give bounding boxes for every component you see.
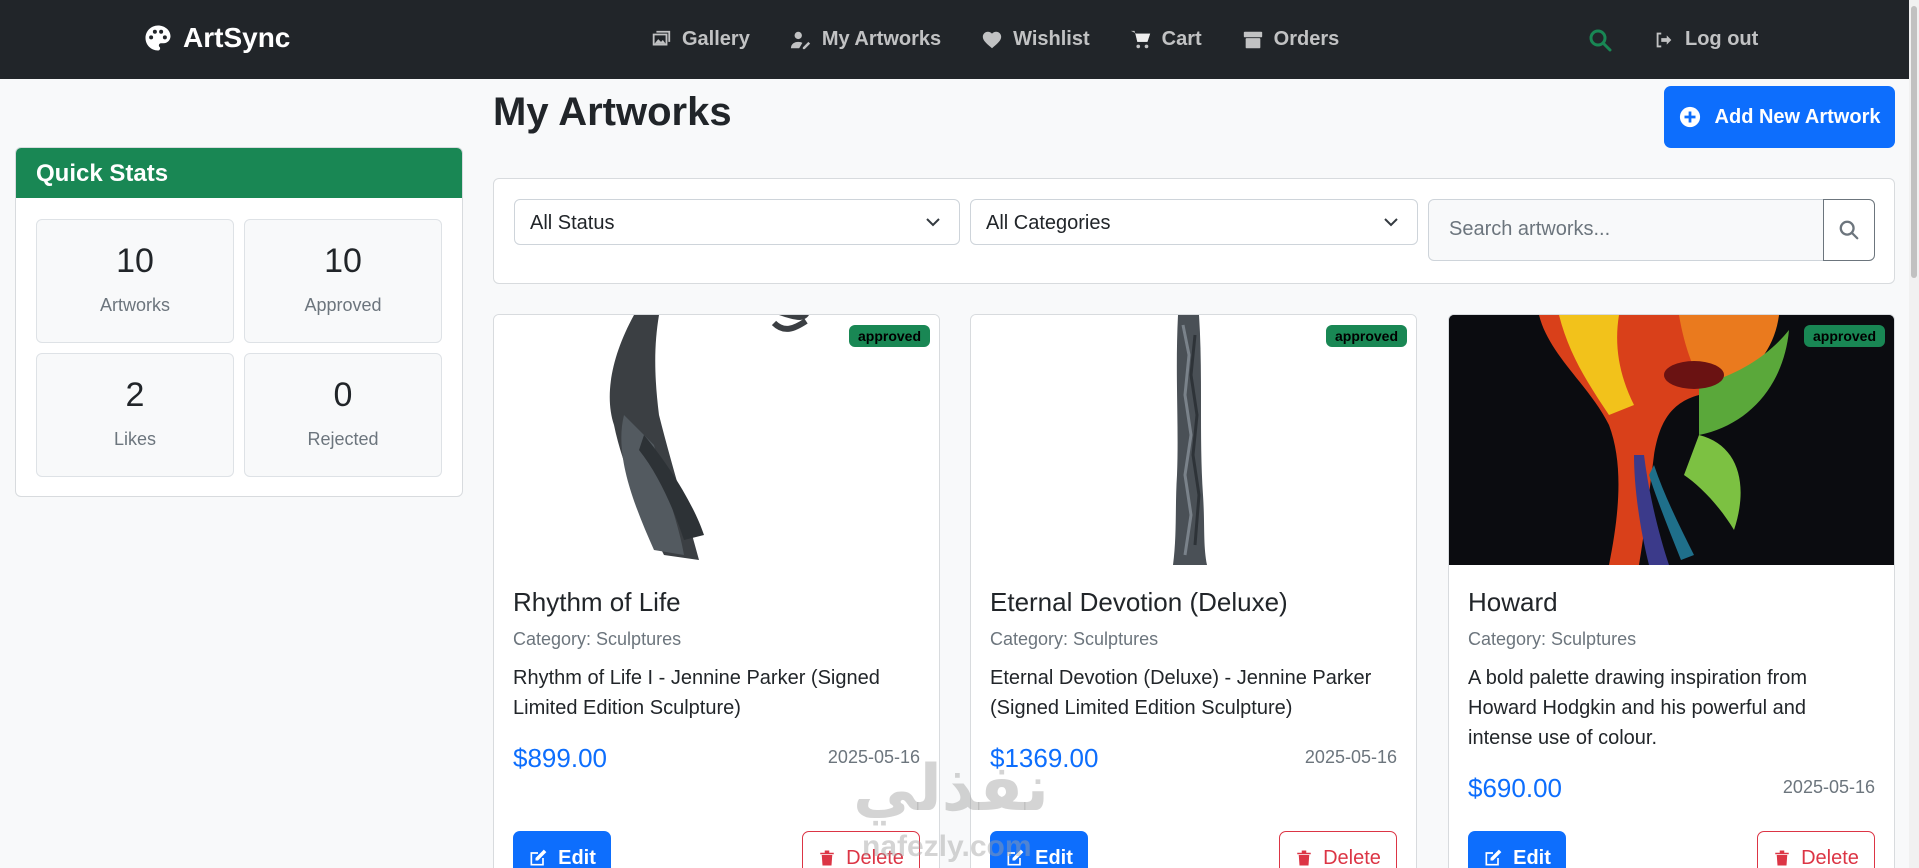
stat-artworks: 10 Artworks <box>36 219 234 343</box>
nav-orders-label: Orders <box>1273 28 1340 50</box>
brand-logo[interactable]: ArtSync <box>143 22 290 54</box>
palette-icon <box>145 25 171 51</box>
stat-value: 2 <box>125 376 145 414</box>
artwork-description: A bold palette drawing inspiration from … <box>1468 667 1808 749</box>
watermark-latin: nafezly.com <box>862 830 1032 863</box>
cart-icon <box>1130 30 1150 48</box>
nav-links: Gallery My Artworks Wishlist Cart Orders <box>650 28 1339 51</box>
stat-value: 10 <box>116 242 154 280</box>
artwork-category: Category: Sculptures <box>513 629 682 649</box>
category-select[interactable]: All Categories <box>970 199 1418 245</box>
search-icon[interactable] <box>1588 28 1612 52</box>
nav-my-artworks-label: My Artworks <box>821 28 942 50</box>
artwork-description: Rhythm of Life I - Jennine Parker (Signe… <box>513 667 880 719</box>
artwork-image[interactable]: approved <box>971 315 1416 565</box>
nav-wishlist[interactable]: Wishlist <box>981 28 1090 51</box>
add-artwork-label: Add New Artwork <box>1714 105 1881 128</box>
chevron-down-icon <box>926 218 940 227</box>
box-icon <box>1243 31 1262 48</box>
artwork-category: Category: Sculptures <box>1468 629 1637 649</box>
nav-gallery[interactable]: Gallery <box>650 28 750 51</box>
stat-label: Artworks <box>99 295 170 315</box>
trash-icon <box>1775 850 1789 866</box>
trash-icon <box>820 850 834 866</box>
edit-label: Edit <box>1035 846 1073 868</box>
artwork-price: $899.00 <box>513 743 607 773</box>
artwork-category: Category: Sculptures <box>990 629 1159 649</box>
artwork-date: 2025-05-16 <box>1782 777 1875 797</box>
quick-stats-card: Quick Stats 10 Artworks 10 Approved 2 Li… <box>15 147 463 497</box>
category-select-value: All Categories <box>986 212 1111 234</box>
edit-button[interactable]: Edit <box>1468 831 1566 868</box>
stat-rejected: 0 Rejected <box>244 353 442 477</box>
filter-bar: All Status All Categories Search artwork… <box>493 178 1895 284</box>
add-artwork-button[interactable]: Add New Artwork <box>1664 86 1895 148</box>
artwork-description: Eternal Devotion (Deluxe) - Jennine Park… <box>990 667 1372 719</box>
artwork-title: Howard <box>1468 587 1558 617</box>
stat-approved: 10 Approved <box>244 219 442 343</box>
images-icon <box>652 30 671 45</box>
artwork-title: Rhythm of Life <box>513 587 681 617</box>
delete-button[interactable]: Delete <box>1279 831 1397 868</box>
top-navbar: ArtSync Gallery My Artworks Wishlist Car… <box>0 0 1919 79</box>
heart-icon <box>982 31 1002 48</box>
artwork-title: Eternal Devotion (Deluxe) <box>990 587 1288 617</box>
watermark-arabic: نفذلي <box>853 752 1049 826</box>
sign-out-icon <box>1656 32 1672 47</box>
nav-gallery-label: Gallery <box>682 28 750 50</box>
search-input[interactable]: Search artworks... <box>1428 199 1824 261</box>
status-badge: approved <box>1325 325 1407 347</box>
nav-orders[interactable]: Orders <box>1242 28 1340 51</box>
delete-label: Delete <box>1323 846 1381 868</box>
stat-label: Approved <box>304 295 382 315</box>
delete-button[interactable]: Delete <box>1757 831 1875 868</box>
stat-label: Rejected <box>307 429 379 449</box>
artwork-image[interactable]: approved <box>494 315 939 565</box>
artwork-image[interactable]: approved <box>1449 315 1894 565</box>
artwork-date: 2025-05-16 <box>1304 747 1397 767</box>
user-pen-icon <box>790 31 810 49</box>
stat-value: 0 <box>333 376 353 414</box>
page-title: My Artworks <box>493 90 732 134</box>
stat-value: 10 <box>324 242 362 280</box>
status-select[interactable]: All Status <box>514 199 960 245</box>
artwork-price: $690.00 <box>1468 773 1562 803</box>
edit-icon <box>530 849 547 866</box>
nav-wishlist-label: Wishlist <box>1013 28 1090 50</box>
status-badge: approved <box>1803 325 1885 347</box>
brand-name: ArtSync <box>183 22 291 53</box>
scrollbar-thumb[interactable] <box>1911 6 1917 278</box>
search-button[interactable] <box>1823 199 1875 261</box>
sculpture-image <box>1173 315 1207 565</box>
logout-button[interactable]: Log out <box>1653 28 1758 51</box>
edit-icon <box>1485 849 1502 866</box>
status-select-value: All Status <box>530 212 615 234</box>
logout-label: Log out <box>1685 28 1759 50</box>
edit-label: Edit <box>558 846 596 868</box>
nav-my-artworks[interactable]: My Artworks <box>790 28 941 51</box>
glass-art-image <box>1449 315 1894 565</box>
edit-button[interactable]: Edit <box>513 831 611 868</box>
chevron-down-icon <box>1384 218 1398 227</box>
stat-label: Likes <box>113 429 157 449</box>
stat-likes: 2 Likes <box>36 353 234 477</box>
sculpture-image <box>609 315 809 560</box>
search-icon <box>1839 220 1859 240</box>
status-badge: approved <box>848 325 930 347</box>
artwork-card[interactable]: approved Howard Category: Sculptures A b… <box>1448 314 1895 868</box>
nav-cart[interactable]: Cart <box>1130 28 1202 51</box>
trash-icon <box>1297 850 1311 866</box>
delete-label: Delete <box>1801 846 1859 868</box>
plus-circle-icon <box>1679 106 1700 128</box>
quick-stats-title: Quick Stats <box>16 148 462 198</box>
nav-cart-label: Cart <box>1161 28 1202 50</box>
edit-label: Edit <box>1513 846 1551 868</box>
